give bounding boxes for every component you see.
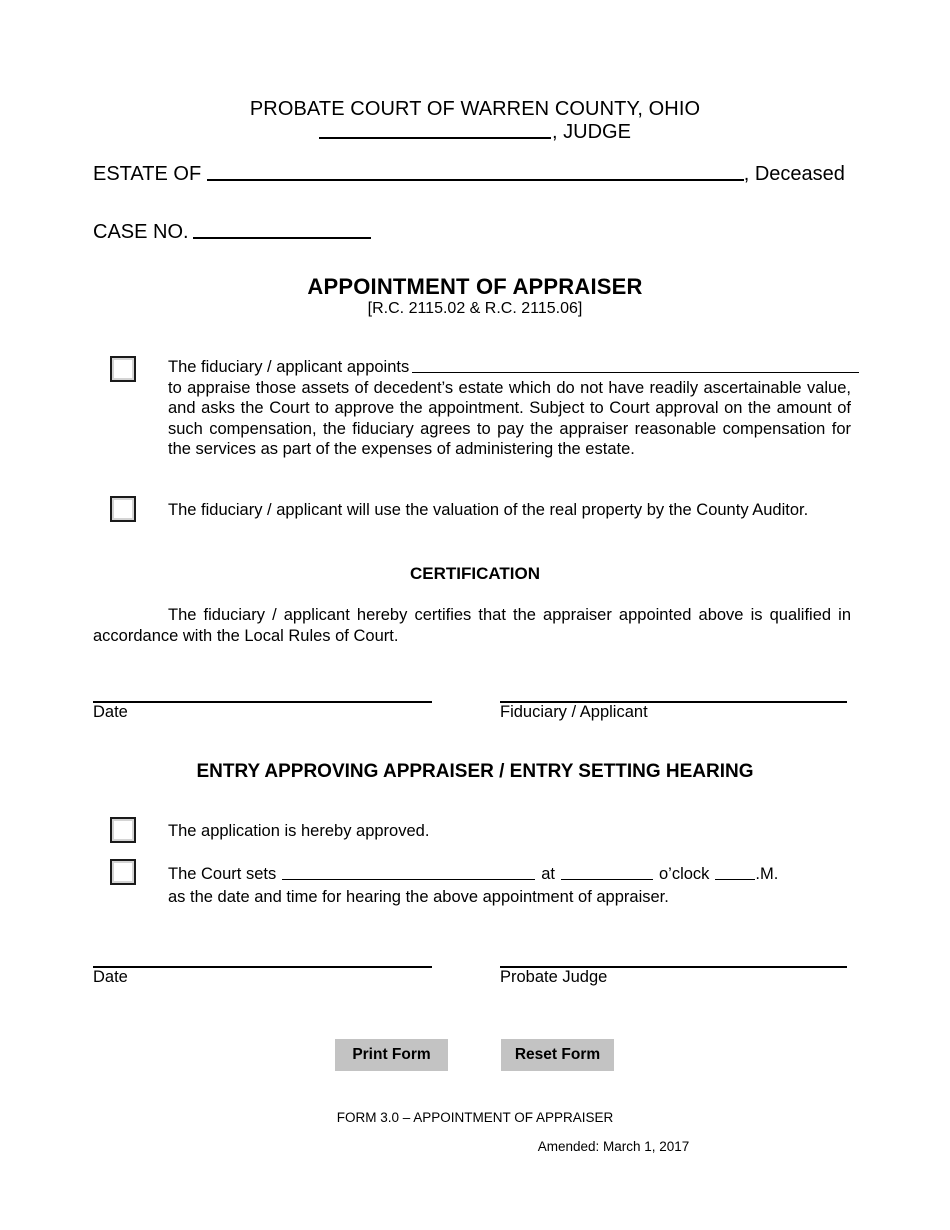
case-number-row: CASE NO.: [93, 220, 371, 244]
court-title: PROBATE COURT OF WARREN COUNTY, OHIO: [249, 98, 701, 120]
page-title: APPOINTMENT OF APPRAISER: [307, 274, 643, 299]
appoints-lead-text: The fiduciary / applicant appoints: [168, 358, 410, 376]
reset-form-button[interactable]: Reset Form: [501, 1039, 614, 1071]
case-number-blank[interactable]: [192, 220, 371, 239]
fiduciary-applicant-label: Fiduciary / Applicant: [500, 703, 648, 721]
court-sets-prefix: The Court sets: [168, 865, 277, 883]
footer-amended-date: Amended: March 1, 2017: [537, 1139, 690, 1154]
judge-name-blank[interactable]: [319, 120, 552, 139]
checkbox-application-approved[interactable]: [110, 817, 136, 843]
date-signature-line-2[interactable]: [93, 966, 432, 968]
appoints-body-text: to appraise those assets of decedent’s e…: [168, 378, 851, 459]
hearing-date-blank[interactable]: [282, 865, 536, 880]
estate-name-blank[interactable]: [206, 162, 744, 181]
certification-heading: CERTIFICATION: [409, 564, 540, 583]
am-pm-blank[interactable]: [715, 865, 756, 880]
auditor-block: The fiduciary / applicant will use the v…: [168, 500, 851, 521]
footer-form-id: FORM 3.0 – APPOINTMENT OF APPRAISER: [336, 1110, 614, 1125]
print-form-button[interactable]: Print Form: [335, 1039, 448, 1071]
checkbox-appoints-appraiser[interactable]: [110, 356, 136, 382]
entry-heading: ENTRY APPROVING APPRAISER / ENTRY SETTIN…: [196, 761, 754, 782]
probate-judge-label: Probate Judge: [500, 968, 608, 986]
hearing-time-blank[interactable]: [560, 865, 653, 880]
application-approved-text: The application is hereby approved.: [168, 822, 430, 840]
certification-body-text: The fiduciary / applicant hereby certifi…: [93, 606, 851, 645]
date-label-1: Date: [93, 703, 128, 721]
court-sets-at-label: at: [541, 865, 555, 883]
date-signature-line-1[interactable]: [93, 701, 432, 703]
judge-line: , JUDGE: [0, 120, 950, 144]
appoints-lead-line: The fiduciary / applicant appoints: [168, 357, 860, 378]
judge-label: , JUDGE: [552, 121, 631, 143]
case-no-label: CASE NO.: [93, 221, 189, 243]
deceased-label: , Deceased: [743, 163, 845, 185]
appraiser-name-blank[interactable]: [412, 358, 860, 373]
checkbox-use-county-auditor-valuation[interactable]: [110, 496, 136, 522]
estate-of-label: ESTATE OF: [93, 163, 207, 185]
court-sets-block: The Court sets at o’clock .M. as the date a…: [168, 864, 858, 907]
date-label-2: Date: [93, 968, 128, 986]
certification-body: The fiduciary / applicant hereby certifi…: [93, 605, 851, 646]
checkbox-court-sets-hearing[interactable]: [110, 859, 136, 885]
estate-of-row: ESTATE OF , Deceased: [93, 162, 857, 186]
application-approved-block: The application is hereby approved.: [168, 821, 851, 842]
court-sets-second-line: as the date and time for hearing the abo…: [168, 887, 669, 906]
statute-citation: [R.C. 2115.02 & R.C. 2115.06]: [367, 300, 583, 317]
oclock-label: o’clock: [658, 865, 710, 883]
auditor-block-text: The fiduciary / applicant will use the v…: [168, 501, 809, 519]
court-sets-line: The Court sets at o’clock .M.: [168, 864, 858, 885]
form-page: PROBATE COURT OF WARREN COUNTY, OHIO , J…: [0, 0, 950, 1230]
appoints-block: The fiduciary / applicant appoints to ap…: [168, 357, 860, 460]
am-pm-suffix: .M.: [755, 865, 779, 883]
